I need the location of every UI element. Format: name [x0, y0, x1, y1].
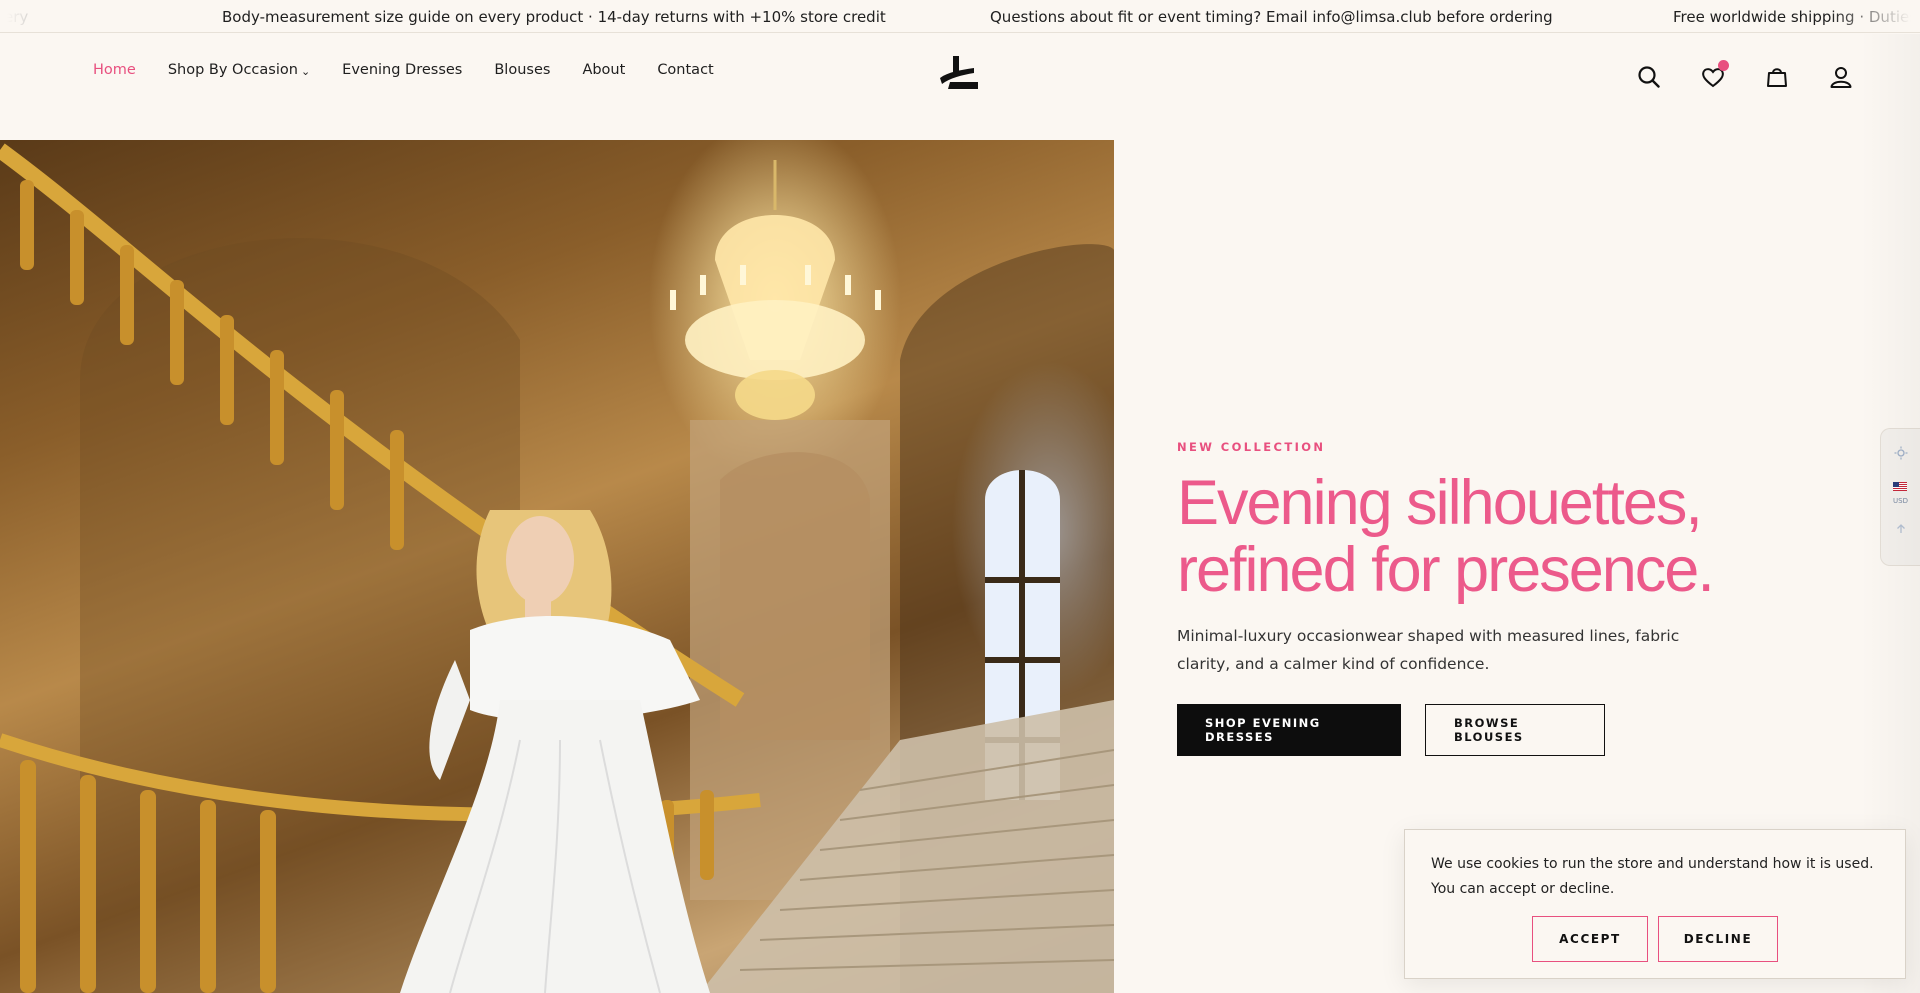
nav-item-shop-by-occasion[interactable]: Shop By Occasion ⌄	[168, 62, 310, 78]
accept-cookies-button[interactable]: ACCEPT	[1532, 916, 1648, 962]
decline-cookies-button[interactable]: DECLINE	[1658, 916, 1778, 962]
browse-blouses-button[interactable]: BROWSE BLOUSES	[1425, 704, 1605, 756]
brand-logo[interactable]	[938, 56, 982, 94]
cookie-banner: We use cookies to run the store and unde…	[1404, 829, 1906, 979]
hero-headline: Evening silhouettes, refined for presenc…	[1177, 470, 1737, 604]
announcement-message: Questions about fit or event timing? Ema…	[990, 8, 1553, 26]
cookie-actions: ACCEPT DECLINE	[1431, 916, 1879, 962]
chevron-down-icon: ⌄	[300, 65, 311, 78]
nav-item-evening-dresses[interactable]: Evening Dresses	[342, 62, 462, 78]
nav-item-blouses[interactable]: Blouses	[494, 62, 550, 78]
hero-photo-illustration	[0, 143, 1114, 993]
nav-item-home[interactable]: Home	[93, 62, 136, 78]
wishlist-badge	[1718, 60, 1729, 71]
nav-label: Blouses	[494, 62, 551, 78]
nav-item-about[interactable]: About	[582, 62, 625, 78]
hero-cta-row: SHOP EVENING DRESSES BROWSE BLOUSES	[1177, 704, 1737, 756]
currency-label: USD	[1893, 497, 1908, 505]
header-icons	[1636, 60, 1854, 90]
sun-icon[interactable]	[1894, 445, 1908, 464]
hero-subtext: Minimal-luxury occasionwear shaped with …	[1177, 627, 1680, 673]
account-icon[interactable]	[1828, 64, 1854, 90]
announcement-fade	[1830, 0, 1920, 32]
announcement-message: Body-measurement size guide on every pro…	[222, 8, 886, 26]
wishlist-icon[interactable]	[1700, 60, 1729, 90]
nav-label: About	[582, 62, 626, 78]
us-flag-icon	[1893, 482, 1908, 491]
announcement-fade	[0, 0, 70, 32]
hero-headline-line: refined for presence.	[1177, 535, 1715, 605]
arrow-up-icon[interactable]	[1895, 520, 1907, 539]
currency-selector[interactable]: USD	[1893, 478, 1908, 506]
announcement-bar: ery Body-measurement size guide on every…	[0, 0, 1920, 33]
nav-label: Contact	[657, 62, 714, 78]
nav-label: Home	[93, 62, 136, 78]
site-header: Home Shop By Occasion ⌄ Evening Dresses …	[0, 34, 1920, 140]
cookie-text: We use cookies to run the store and unde…	[1431, 856, 1874, 897]
hero-headline-line: Evening silhouettes,	[1177, 468, 1703, 538]
search-icon[interactable]	[1636, 64, 1662, 90]
nav-label: Shop By Occasion	[167, 62, 298, 78]
hero-content: NEW COLLECTION Evening silhouettes, refi…	[1177, 440, 1737, 756]
nav-item-contact[interactable]: Contact	[657, 62, 713, 78]
hero-image	[0, 140, 1114, 993]
shop-evening-dresses-button[interactable]: SHOP EVENING DRESSES	[1177, 704, 1401, 756]
nav-label: Evening Dresses	[342, 62, 463, 78]
side-utility-widget: USD	[1880, 428, 1920, 566]
main-nav: Home Shop By Occasion ⌄ Evening Dresses …	[93, 62, 714, 78]
hero-eyebrow: NEW COLLECTION	[1177, 440, 1326, 454]
logo-mark-icon	[940, 56, 978, 89]
bag-icon[interactable]	[1764, 64, 1790, 90]
